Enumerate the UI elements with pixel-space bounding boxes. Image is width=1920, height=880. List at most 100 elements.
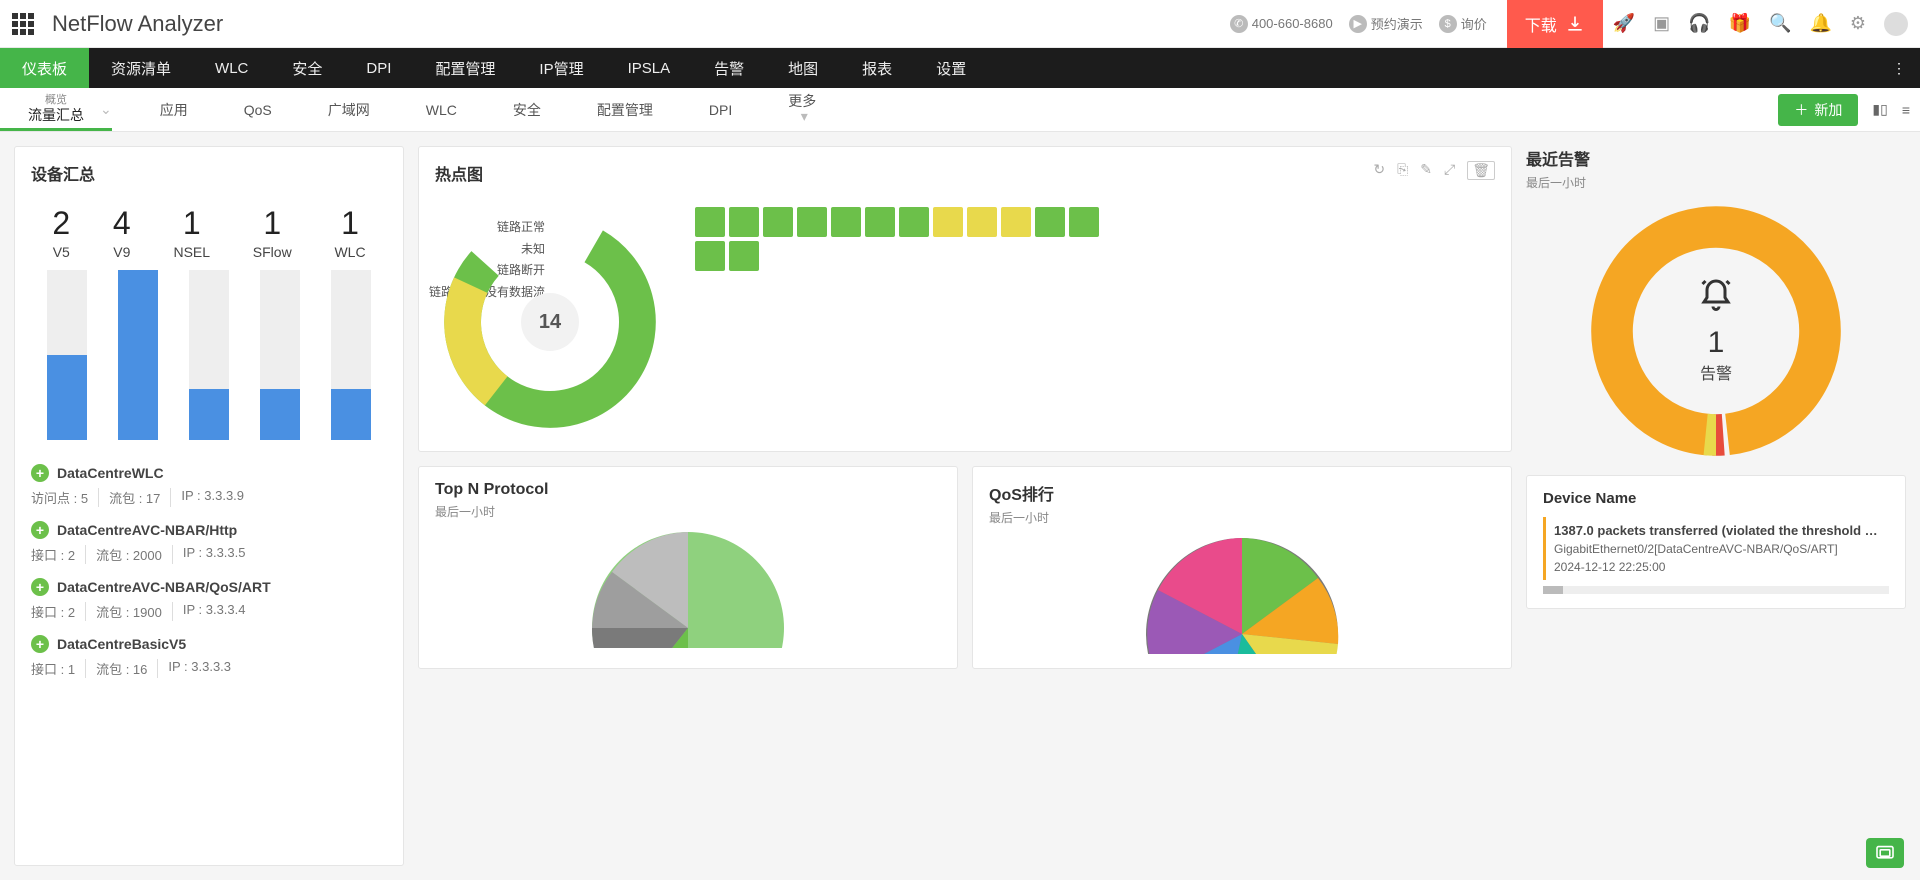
device-list-item[interactable]: +DataCentreWLC访问点 : 5流包 : 17IP : 3.3.3.9 bbox=[31, 464, 387, 507]
nav-item-5[interactable]: 配置管理 bbox=[413, 48, 517, 88]
device-stat: 1SFlow bbox=[253, 205, 292, 260]
nav-item-0[interactable]: 仪表板 bbox=[0, 48, 89, 88]
plus-icon: ＋ bbox=[1794, 100, 1808, 120]
heat-cell[interactable] bbox=[1001, 207, 1031, 237]
alert-time: 2024-12-12 22:25:00 bbox=[1554, 560, 1881, 574]
chat-fab[interactable] bbox=[1866, 838, 1904, 868]
sec-tab-7[interactable]: 更多 ▾ bbox=[760, 88, 844, 131]
rocket-icon[interactable]: 🚀 bbox=[1613, 13, 1635, 34]
heat-cell[interactable] bbox=[899, 207, 929, 237]
content-area: 设备汇总 2V5 4V9 1NSEL 1SFlow 1WLC +DataCentreWL… bbox=[0, 132, 1920, 880]
nav-item-1[interactable]: 资源清单 bbox=[89, 48, 193, 88]
edit-icon[interactable]: ✎ bbox=[1420, 161, 1432, 180]
device-name-title: Device Name bbox=[1543, 490, 1889, 507]
device-list-item[interactable]: +DataCentreBasicV5接口 : 1流包 : 16IP : 3.3.… bbox=[31, 635, 387, 678]
header-toolbar: 🚀 ▣ 🎧 🎁 🔍 🔔 ⚙ bbox=[1613, 12, 1908, 36]
qos-sub: 最后一小时 bbox=[989, 509, 1495, 526]
nav-item-8[interactable]: 告警 bbox=[692, 48, 766, 88]
heat-cell[interactable] bbox=[729, 241, 759, 271]
nav-item-7[interactable]: IPSLA bbox=[606, 48, 693, 88]
quote-chip[interactable]: $询价 bbox=[1439, 14, 1487, 33]
sliders-icon[interactable]: ≡ bbox=[1902, 102, 1910, 118]
alarms-title: 最近告警 bbox=[1526, 146, 1906, 170]
top-header: NetFlow Analyzer ✆400-660-8680 ▶预约演示 $询价… bbox=[0, 0, 1920, 48]
sec-tab-4[interactable]: 安全 bbox=[485, 88, 569, 131]
sec-tab-0[interactable]: 应用 bbox=[132, 88, 216, 131]
heat-cell[interactable] bbox=[797, 207, 827, 237]
heat-cell[interactable] bbox=[695, 241, 725, 271]
nav-item-4[interactable]: DPI bbox=[344, 48, 413, 88]
header-contact: ✆400-660-8680 ▶预约演示 $询价 bbox=[1230, 14, 1497, 33]
alarm-count: 1 bbox=[1698, 326, 1734, 360]
export-icon[interactable]: ⎘ bbox=[1397, 161, 1408, 180]
secondary-nav: 概览 流量汇总 ⌄ 应用QoS广域网WLC安全配置管理DPI更多 ▾ ＋新加 ▮… bbox=[0, 88, 1920, 132]
phone-chip[interactable]: ✆400-660-8680 bbox=[1230, 15, 1333, 33]
download-button[interactable]: 下载 bbox=[1507, 0, 1603, 48]
apps-grid-icon[interactable] bbox=[12, 13, 34, 35]
alert-item[interactable]: 1387.0 packets transferred (violated the… bbox=[1543, 517, 1889, 580]
device-stat: 1WLC bbox=[334, 205, 365, 260]
horizontal-scrollbar[interactable] bbox=[1543, 586, 1889, 594]
sec-tab-6[interactable]: DPI bbox=[681, 88, 760, 131]
device-summary-title: 设备汇总 bbox=[31, 161, 387, 185]
recent-alarms-card: 最近告警 最后一小时 1 告警 bbox=[1526, 146, 1906, 461]
heat-cell[interactable] bbox=[729, 207, 759, 237]
bell-icon[interactable]: 🔔 bbox=[1809, 13, 1831, 34]
heat-cell[interactable] bbox=[695, 207, 725, 237]
avatar[interactable] bbox=[1884, 12, 1908, 36]
device-stat: 1NSEL bbox=[173, 205, 210, 260]
expand-icon[interactable]: ⤢ bbox=[1444, 161, 1455, 180]
demo-chip[interactable]: ▶预约演示 bbox=[1349, 14, 1423, 33]
heat-cell[interactable] bbox=[763, 207, 793, 237]
device-bar bbox=[331, 270, 371, 440]
plus-icon: + bbox=[31, 464, 49, 482]
alarms-donut: 1 告警 bbox=[1586, 201, 1846, 461]
top-n-sub: 最后一小时 bbox=[435, 503, 941, 520]
device-stat: 2V5 bbox=[52, 205, 70, 260]
refresh-icon[interactable]: ↻ bbox=[1373, 161, 1385, 180]
heat-cell[interactable] bbox=[1069, 207, 1099, 237]
bell-large-icon bbox=[1698, 278, 1734, 322]
sec-tab-1[interactable]: QoS bbox=[216, 88, 300, 131]
device-list-item[interactable]: +DataCentreAVC-NBAR/Http接口 : 2流包 : 2000I… bbox=[31, 521, 387, 564]
alarm-label: 告警 bbox=[1698, 360, 1734, 384]
headset-icon[interactable]: 🎧 bbox=[1688, 13, 1710, 34]
layout-icon[interactable]: ▮▯ bbox=[1872, 101, 1887, 118]
nav-item-3[interactable]: 安全 bbox=[270, 48, 344, 88]
search-icon[interactable]: 🔍 bbox=[1769, 13, 1791, 34]
presentation-icon[interactable]: ▣ bbox=[1653, 13, 1670, 34]
alert-text: 1387.0 packets transferred (violated the… bbox=[1554, 523, 1881, 538]
heatmap-tools: ↻ ⎘ ✎ ⤢ 🗑 bbox=[1373, 161, 1495, 180]
device-bar bbox=[260, 270, 300, 440]
nav-more-icon[interactable]: ⋮ bbox=[1878, 60, 1920, 77]
heat-cell[interactable] bbox=[967, 207, 997, 237]
dollar-icon: $ bbox=[1439, 15, 1457, 33]
device-stat: 4V9 bbox=[113, 205, 131, 260]
nav-item-11[interactable]: 设置 bbox=[914, 48, 988, 88]
device-list-item[interactable]: +DataCentreAVC-NBAR/QoS/ART接口 : 2流包 : 19… bbox=[31, 578, 387, 621]
sec-tab-2[interactable]: 广域网 bbox=[300, 88, 398, 131]
heat-cell[interactable] bbox=[831, 207, 861, 237]
brand-title: NetFlow Analyzer bbox=[52, 11, 223, 37]
nav-item-10[interactable]: 报表 bbox=[840, 48, 914, 88]
heat-cell[interactable] bbox=[1035, 207, 1065, 237]
heat-cell[interactable] bbox=[933, 207, 963, 237]
device-summary-card: 设备汇总 2V5 4V9 1NSEL 1SFlow 1WLC +DataCentreWL… bbox=[14, 146, 404, 866]
heatmap-card: ↻ ⎘ ✎ ⤢ 🗑 热点图 链路正常未知链路断开链路正常&没有数据流 14 bbox=[418, 146, 1512, 452]
nav-item-9[interactable]: 地图 bbox=[766, 48, 840, 88]
gear-icon[interactable]: ⚙ bbox=[1850, 13, 1866, 34]
nav-item-2[interactable]: WLC bbox=[193, 48, 270, 88]
heat-cell[interactable] bbox=[865, 207, 895, 237]
delete-icon[interactable]: 🗑 bbox=[1467, 161, 1495, 180]
device-bar bbox=[47, 270, 87, 440]
play-icon: ▶ bbox=[1349, 15, 1367, 33]
sec-tab-5[interactable]: 配置管理 bbox=[569, 88, 681, 131]
download-icon bbox=[1565, 14, 1585, 34]
sec-tab-3[interactable]: WLC bbox=[398, 88, 485, 131]
nav-item-6[interactable]: IP管理 bbox=[517, 48, 605, 88]
add-button[interactable]: ＋新加 bbox=[1778, 94, 1858, 126]
plus-icon: + bbox=[31, 578, 49, 596]
heatmap-donut: 14 bbox=[435, 207, 665, 437]
sec-tab-overview[interactable]: 概览 流量汇总 bbox=[0, 88, 112, 131]
gift-icon[interactable]: 🎁 bbox=[1729, 13, 1751, 34]
